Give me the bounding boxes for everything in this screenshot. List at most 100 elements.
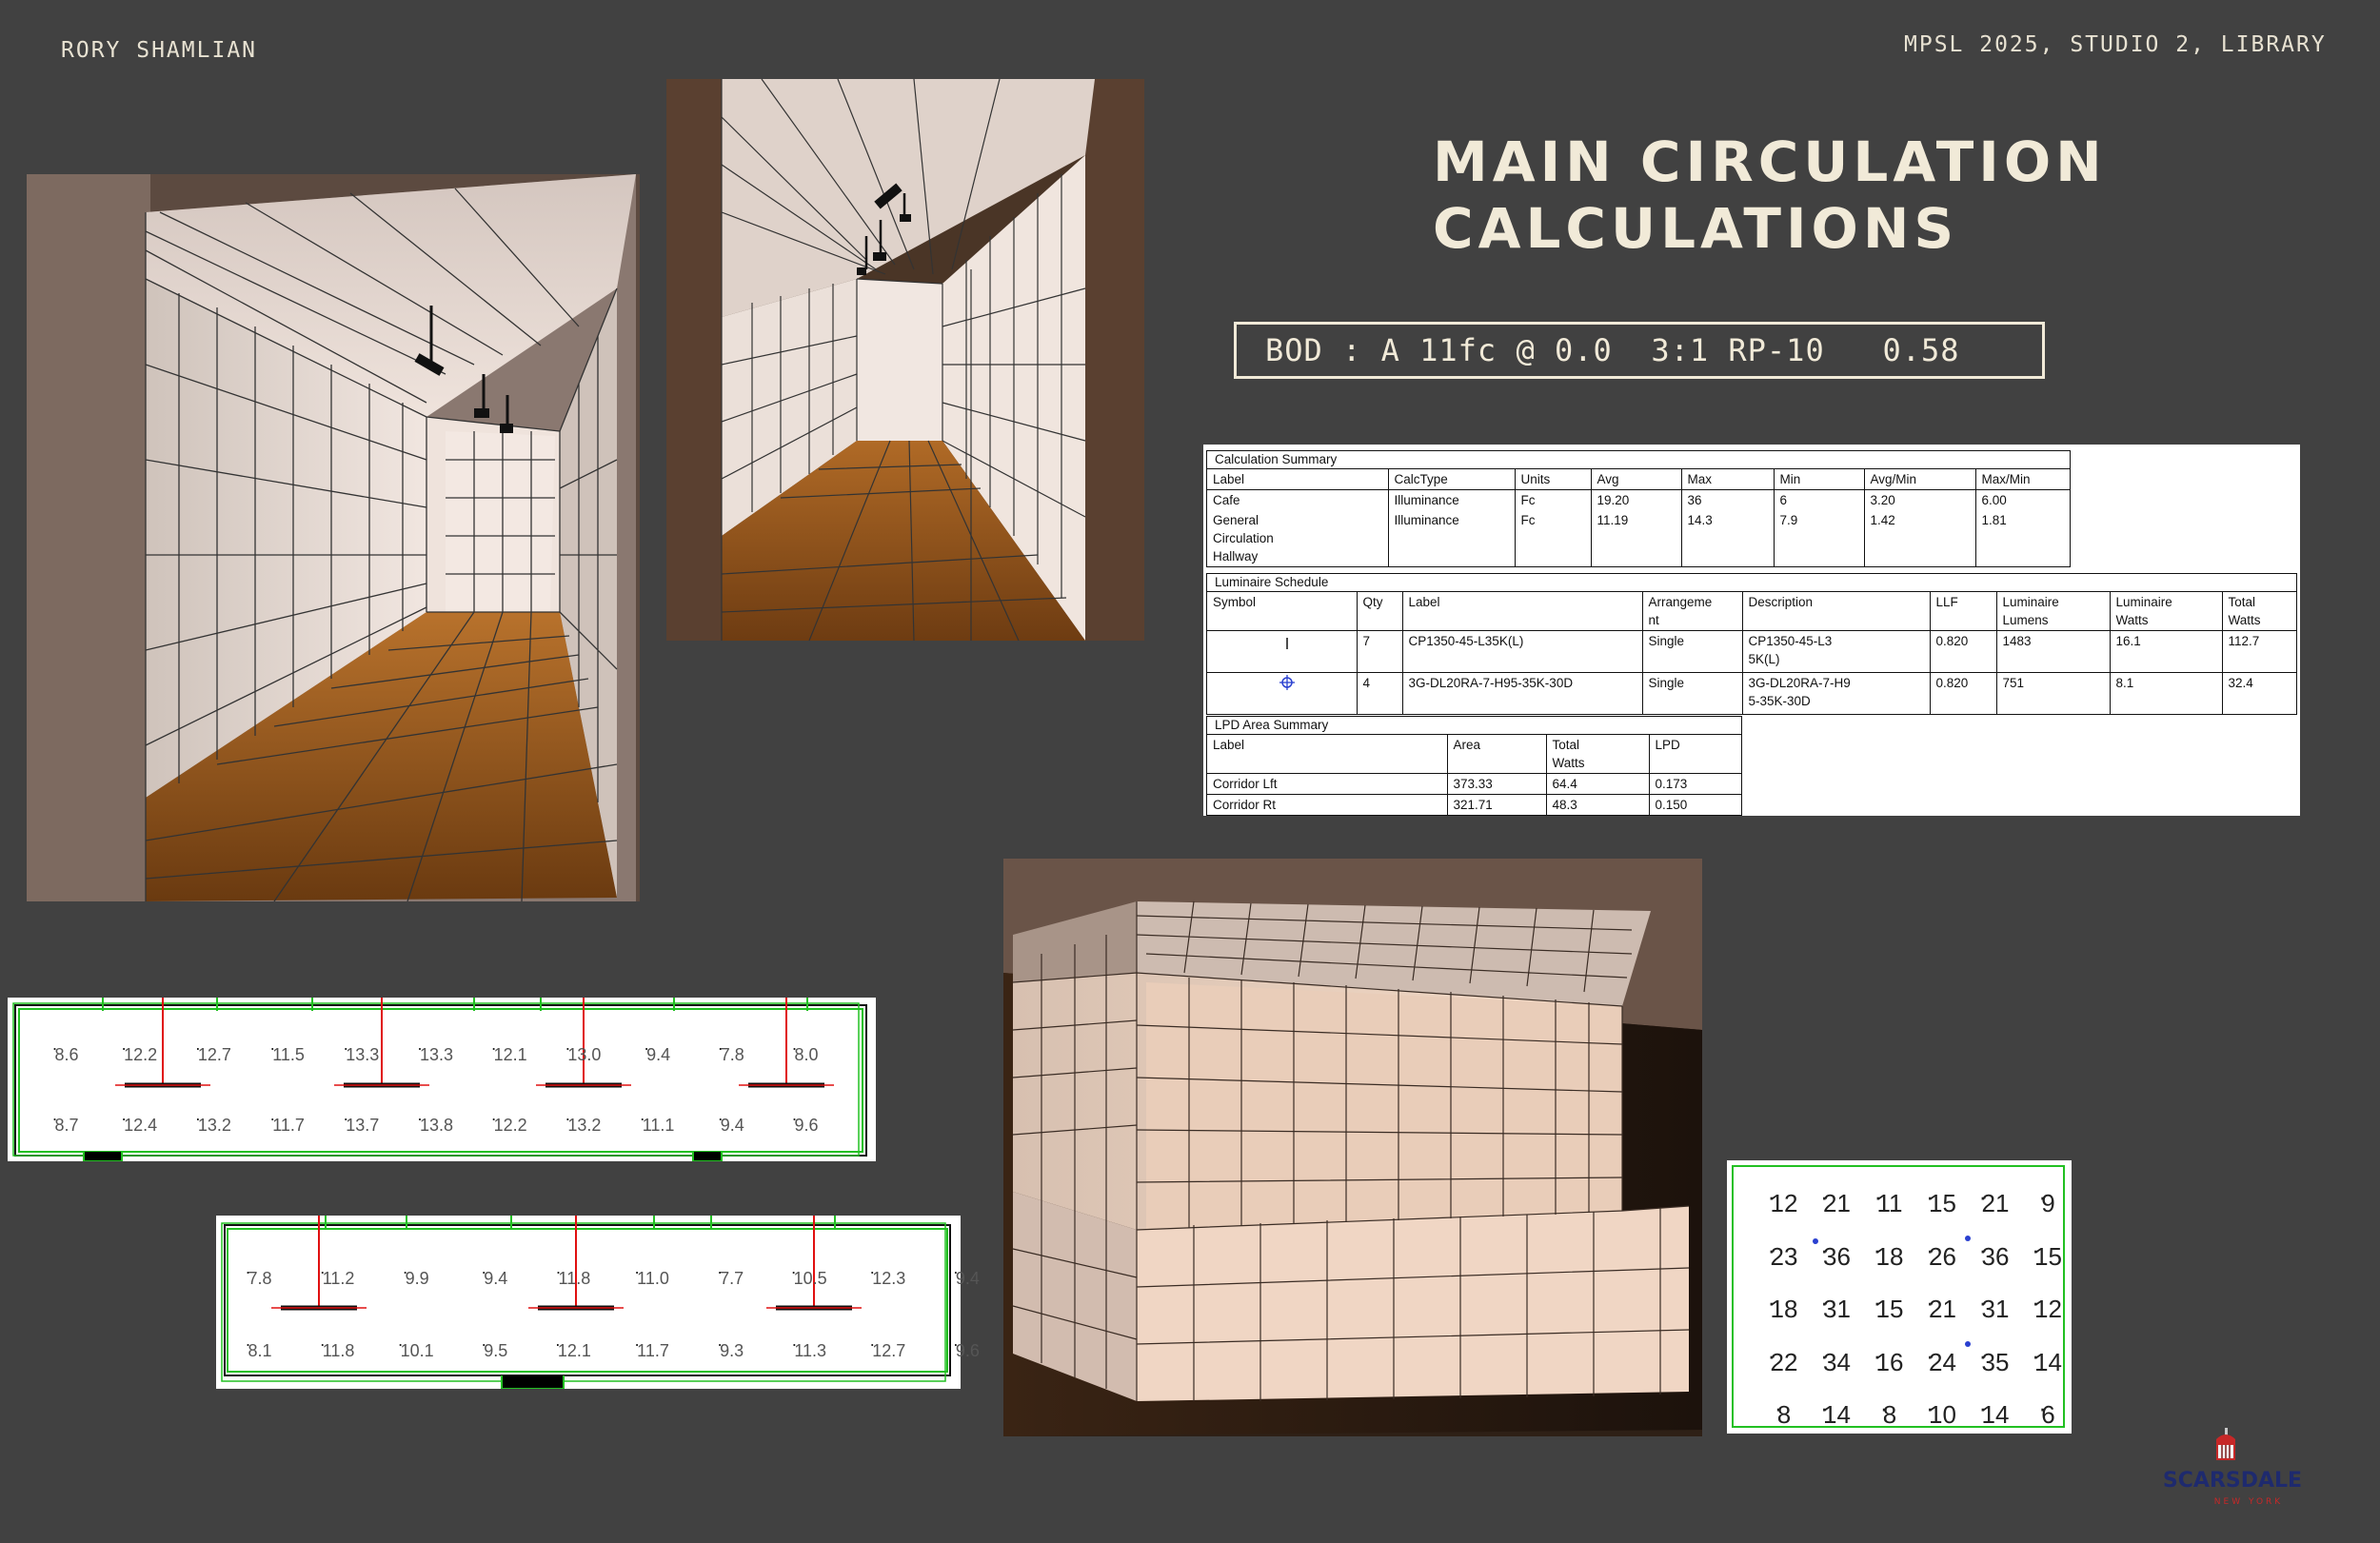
grid-point-value: 14	[2032, 1341, 2062, 1377]
grid-point-value: 12.2	[491, 1109, 527, 1136]
grid-point-value: 8.0	[791, 1039, 818, 1065]
table-cell: 0.173	[1648, 773, 1741, 795]
point-grid-left-corridor: 8.6 12.2 12.7 11.5 13.3 13.3 12.1 13.0 9.4 7.8 8.0…	[8, 998, 876, 1161]
grid-point-value: 13.7	[343, 1109, 379, 1136]
table-cell: 3G-DL20RA-7-H95-35K-30D	[1741, 672, 1930, 714]
logo-wordmark: SCARSDALE	[2163, 1469, 2302, 1493]
table-cell: 1.81	[1974, 510, 2070, 566]
grid-point-value: 7.7	[717, 1262, 744, 1289]
table-cell: Illuminance	[1387, 489, 1515, 510]
table-cell: 373.33	[1446, 773, 1546, 795]
table-cell: Illuminance	[1387, 510, 1515, 566]
table-cell: 4	[1356, 672, 1402, 714]
col-header: Min	[1773, 469, 1864, 490]
table-cell: 19.20	[1590, 489, 1681, 510]
grid-point-value: 23	[1768, 1236, 1798, 1272]
grid-point-value: 9.9	[403, 1262, 429, 1289]
grid-point-value: 11.2	[320, 1262, 355, 1289]
header-wrap: Arrangement	[1648, 595, 1713, 627]
grid-point-value: 11	[1874, 1182, 1903, 1218]
linear-pendant-symbol-icon	[1286, 638, 1288, 649]
table-cell: 8.1	[2109, 672, 2222, 714]
logo-subtitle: NEW YORK	[2214, 1497, 2283, 1507]
grid-point-value: 15	[1874, 1288, 1904, 1324]
grid-point-value: 9.6	[791, 1109, 818, 1136]
grid-point-value: 9.4	[953, 1262, 980, 1289]
table-cell: 11.19	[1590, 510, 1681, 566]
grid-point-value: 34	[1820, 1341, 1851, 1377]
calculation-summary-caption: Calculation Summary	[1207, 451, 2070, 469]
grid-point-value: 21	[1820, 1182, 1851, 1218]
grid-point-value: 26	[1926, 1236, 1956, 1272]
scarsdale-logo: SCARSDALE NEW YORK	[2161, 1426, 2304, 1512]
col-header: LPD	[1648, 735, 1741, 774]
grid-point-value: 24	[1926, 1341, 1956, 1377]
grid-point-value: 13.3	[343, 1039, 379, 1065]
grid-point-value: 12	[1768, 1182, 1798, 1218]
table-cell: 6	[1773, 489, 1864, 510]
grid-point-value: 21	[1979, 1182, 2010, 1218]
grid-right-lines	[221, 1216, 951, 1389]
cell-wrap: 3G-DL20RA-7-H95-35K-30D	[1748, 676, 1851, 708]
col-header: Units	[1514, 469, 1591, 490]
table-cell: Single	[1641, 672, 1742, 714]
grid-point-value: 14	[1979, 1394, 2010, 1430]
col-header: Avg	[1590, 469, 1681, 490]
table-cell: 16.1	[2109, 630, 2222, 673]
grid-point-value: 9.3	[717, 1335, 744, 1361]
cell-wrap: 3G-DL20RA-7-H95-35K-30D	[1408, 676, 1574, 690]
table-cell: 0.820	[1929, 672, 1996, 714]
grid-point-value: 7.8	[245, 1262, 271, 1289]
grid-point-value: 12.7	[869, 1335, 905, 1361]
col-header: Qty	[1356, 592, 1402, 631]
grid-point-value: 15	[1926, 1182, 1956, 1218]
table-cell: Single	[1641, 630, 1742, 673]
corridor-render-left	[27, 174, 640, 901]
grid-point-value: 9.4	[481, 1262, 507, 1289]
col-header: Total Watts	[2221, 592, 2296, 631]
calculation-tables-panel: Calculation Summary Label CalcType Units…	[1203, 445, 2300, 816]
grid-point-value: 14	[1820, 1394, 1851, 1430]
grid-point-value: 36	[1979, 1236, 2010, 1272]
col-header: Arrangement	[1641, 592, 1742, 631]
grid-point-value: 12.1	[491, 1039, 527, 1065]
cafe-render	[1003, 859, 1702, 1436]
downlight-symbol-icon	[1279, 675, 1295, 690]
grid-point-value: 11.1	[640, 1109, 675, 1136]
col-header: Label	[1401, 592, 1642, 631]
grid-point-value: 9.6	[953, 1335, 980, 1361]
bod-criteria-box: BOD : A 11fc @ 0.0 3:1 RP-10 0.58	[1234, 322, 2045, 379]
table-cell: CP1350-45-L35K(L)	[1741, 630, 1930, 673]
col-header: Label	[1207, 735, 1447, 774]
table-cell: CP1350-45-L35K(L)	[1401, 630, 1642, 673]
grid-point-value: 31	[1979, 1288, 2010, 1324]
cell-wrap: General Circulation Hallway	[1213, 513, 1274, 564]
grid-point-value: 9.4	[718, 1109, 744, 1136]
header-wrap: Total Watts	[1552, 738, 1585, 770]
grid-point-value: 13.2	[565, 1109, 601, 1136]
grid-point-value: 18	[1768, 1288, 1798, 1324]
table-cell: Cafe	[1213, 493, 1240, 507]
col-header: Luminaire Watts	[2109, 592, 2222, 631]
grid-point-value: 6	[2038, 1394, 2055, 1430]
grid-point-value: 11.8	[320, 1335, 355, 1361]
table-cell: 48.3	[1545, 794, 1649, 815]
table-cell: 32.4	[2221, 672, 2296, 714]
corridor-render-left-image	[27, 174, 640, 901]
grid-point-value: 9.4	[644, 1039, 670, 1065]
point-grid-cafe: 12 21 11 15 21 9 23 36 18 26 36 15 18 31 15 21 31 12 22 34 1…	[1727, 1160, 2072, 1434]
cafe-render-image	[1003, 859, 1702, 1436]
grid-point-value: 12.2	[121, 1039, 157, 1065]
grid-point-value: 18	[1874, 1236, 1904, 1272]
grid-point-value: 11.8	[556, 1262, 591, 1289]
table-cell: 1483	[1995, 630, 2110, 673]
grid-point-value: 12	[2032, 1288, 2062, 1324]
grid-point-value: 10.5	[791, 1262, 827, 1289]
table-cell: 0.150	[1648, 794, 1741, 815]
header-wrap: Luminaire Lumens	[2002, 595, 2059, 627]
table-cell: 321.71	[1446, 794, 1546, 815]
grid-point-value: 13.0	[565, 1039, 601, 1065]
table-cell: Corridor Lft	[1207, 773, 1447, 795]
table-cell: 112.7	[2221, 630, 2296, 673]
col-header: Label	[1207, 469, 1388, 490]
